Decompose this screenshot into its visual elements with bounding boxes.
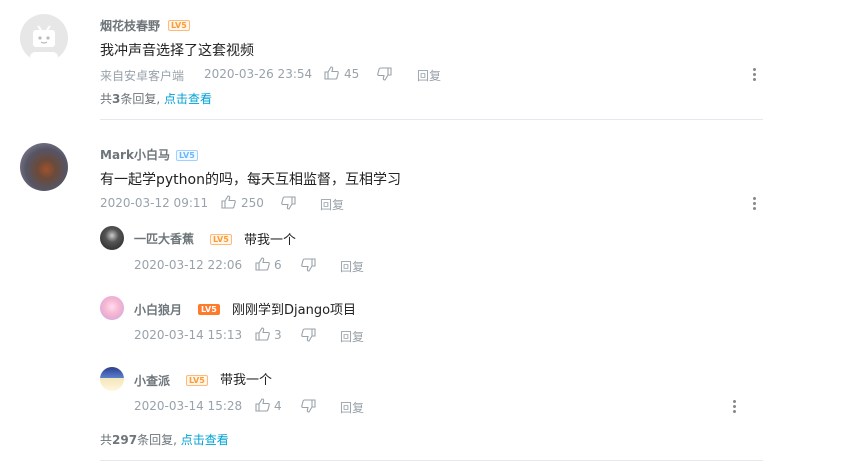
thumbs-up-icon[interactable] [255, 257, 270, 271]
comment-source: 来自安卓客户端 [100, 69, 185, 83]
avatar[interactable] [100, 367, 124, 391]
view-replies-link[interactable]: 点击查看 [181, 433, 229, 447]
reply-count: 297 [112, 433, 138, 447]
reply-text: 刚刚学到Django项目 [232, 303, 357, 318]
thumbs-up-icon[interactable] [221, 195, 236, 209]
username[interactable]: 小查派 [134, 372, 170, 389]
reply-time: 2020-03-14 15:28 [134, 399, 243, 413]
thumbs-down-icon[interactable] [377, 67, 392, 81]
thumbs-down-icon[interactable] [301, 328, 316, 342]
comment-text: 有一起学python的吗，每天互相监督，互相学习 [100, 172, 401, 188]
more-vertical-icon[interactable] [733, 400, 737, 415]
thumbs-down-icon[interactable] [301, 399, 316, 413]
like-count: 250 [241, 196, 264, 210]
like-count: 6 [274, 258, 282, 272]
more-vertical-icon[interactable] [753, 68, 757, 83]
level-badge: LV5 [186, 375, 208, 386]
reply-button[interactable]: 回复 [417, 67, 441, 84]
like-count: 3 [274, 328, 282, 342]
username[interactable]: 小白狼月 [134, 301, 182, 318]
username[interactable]: Mark小白马 [100, 146, 170, 163]
like-count: 45 [344, 67, 360, 81]
avatar[interactable] [100, 296, 124, 320]
avatar[interactable] [20, 14, 68, 62]
username[interactable]: 一匹大香蕉 [134, 230, 194, 247]
reply-text: 带我一个 [244, 233, 297, 248]
reply-time: 2020-03-14 15:13 [134, 328, 243, 342]
comment-text: 我冲声音选择了这套视频 [100, 43, 254, 59]
avatar[interactable] [100, 226, 124, 250]
comment-time: 2020-03-12 09:11 [100, 196, 209, 210]
level-badge: LV5 [168, 20, 190, 31]
like-count: 4 [274, 399, 282, 413]
thumbs-down-icon[interactable] [301, 258, 316, 272]
thumbs-up-icon[interactable] [324, 66, 339, 80]
default-avatar-icon [30, 25, 58, 62]
reply-button[interactable]: 回复 [340, 258, 364, 275]
thumbs-up-icon[interactable] [255, 398, 270, 412]
level-badge: LV5 [198, 304, 220, 315]
username[interactable]: 烟花枝春野 [100, 17, 160, 34]
level-badge: LV5 [210, 234, 232, 245]
avatar[interactable] [20, 143, 68, 191]
reply-button[interactable]: 回复 [340, 399, 364, 416]
level-badge: LV5 [176, 150, 198, 161]
reply-time: 2020-03-12 22:06 [134, 258, 243, 272]
thumbs-up-icon[interactable] [255, 327, 270, 341]
reply-summary: 共297条回复, 点击查看 [100, 433, 229, 447]
divider [100, 119, 763, 120]
thumbs-down-icon[interactable] [281, 196, 296, 210]
more-vertical-icon[interactable] [753, 197, 757, 212]
reply-button[interactable]: 回复 [320, 196, 344, 213]
divider [100, 460, 763, 461]
reply-summary: 共3条回复, 点击查看 [100, 92, 213, 106]
view-replies-link[interactable]: 点击查看 [164, 92, 212, 106]
comment-time: 2020-03-26 23:54 [204, 67, 313, 81]
reply-text: 带我一个 [220, 373, 273, 388]
reply-button[interactable]: 回复 [340, 328, 364, 345]
